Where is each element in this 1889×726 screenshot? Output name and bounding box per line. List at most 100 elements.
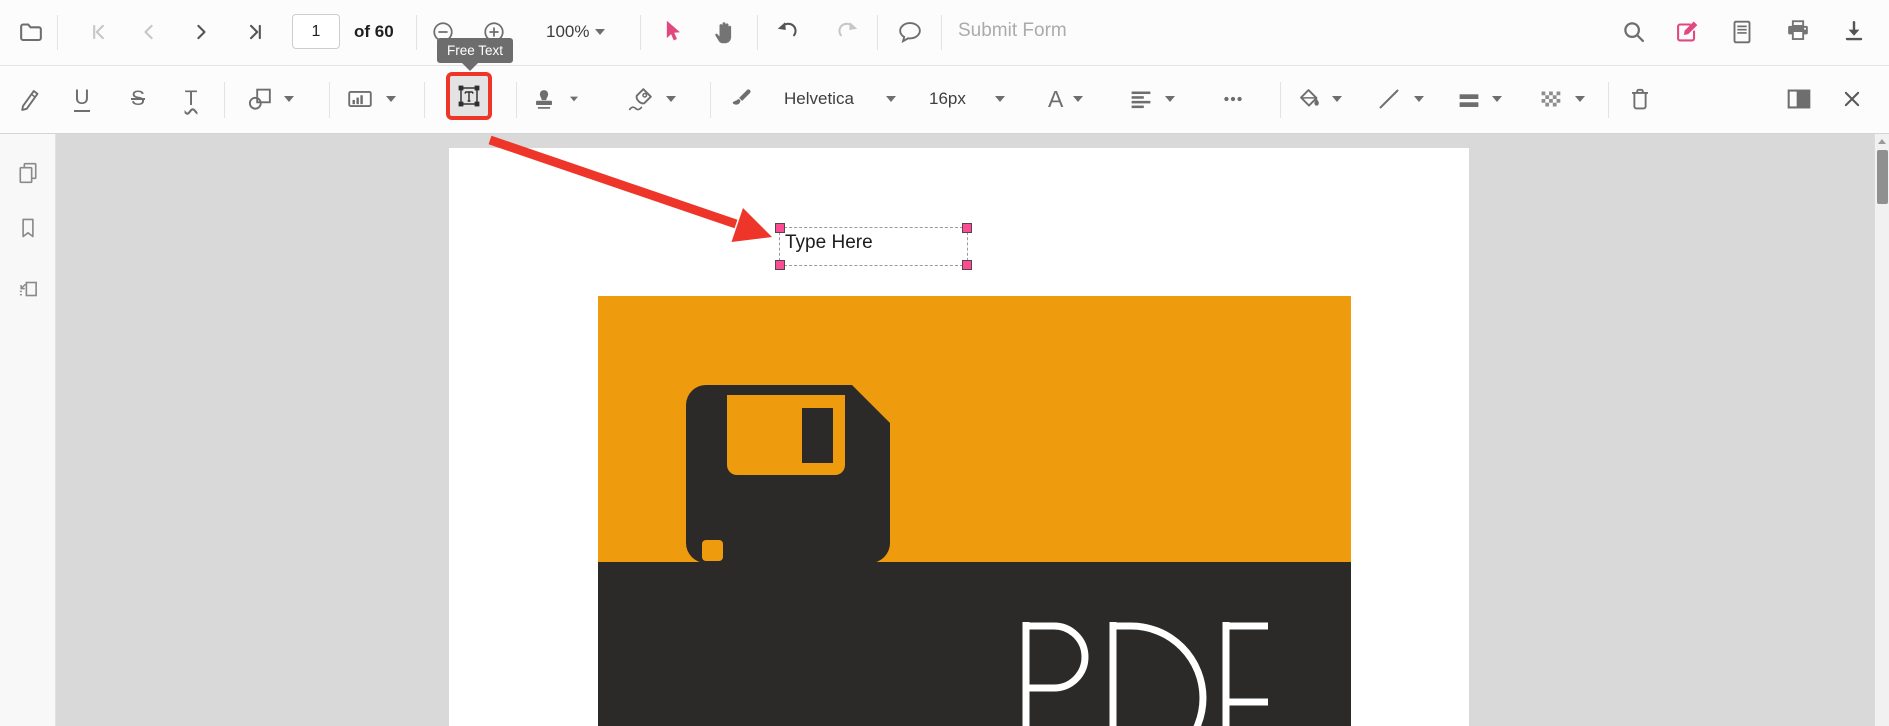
chevron-left-icon xyxy=(135,18,163,46)
pdf-viewer-app: of 60 100% xyxy=(0,0,1889,726)
outlines-icon xyxy=(15,276,41,302)
vertical-scrollbar[interactable] xyxy=(1874,134,1889,726)
text-align-dropdown[interactable] xyxy=(1126,83,1175,115)
pdf-wordmark xyxy=(1018,620,1268,726)
selection-handle-se[interactable] xyxy=(962,260,972,270)
next-page-button[interactable] xyxy=(185,16,217,48)
font-family-dropdown[interactable]: Helvetica xyxy=(784,83,896,115)
opacity-checker-icon xyxy=(1535,84,1565,114)
toolbar-divider xyxy=(877,15,878,50)
paint-brush-button[interactable] xyxy=(725,83,757,115)
submit-form-button[interactable]: Submit Form xyxy=(958,20,1067,42)
brush-icon xyxy=(726,84,756,114)
fill-color-dropdown[interactable] xyxy=(1294,83,1342,115)
selection-handle-ne[interactable] xyxy=(962,223,972,233)
text-color-dropdown[interactable]: A xyxy=(1048,83,1083,115)
chevron-down-icon xyxy=(386,96,396,102)
floppy-shutter xyxy=(802,408,833,463)
last-page-button[interactable] xyxy=(239,16,271,48)
first-page-button[interactable] xyxy=(83,16,115,48)
pan-tool-button[interactable] xyxy=(711,16,743,48)
floppy-disk-graphic xyxy=(686,385,890,563)
opacity-dropdown[interactable] xyxy=(1535,83,1585,115)
text-color-glyph: A xyxy=(1048,86,1063,113)
page-count-label: of 60 xyxy=(354,22,394,42)
chevron-down-icon xyxy=(1073,96,1083,102)
squiggly-tool-button[interactable]: T xyxy=(175,83,207,115)
open-file-button[interactable] xyxy=(15,16,47,48)
shapes-tool-dropdown[interactable] xyxy=(245,83,294,115)
toolbar-divider xyxy=(640,15,641,50)
squiggly-glyph: T xyxy=(185,87,198,111)
chevron-down-icon xyxy=(1165,96,1175,102)
line-icon xyxy=(1374,84,1404,114)
side-panel-icon xyxy=(1784,84,1814,114)
redo-button[interactable] xyxy=(830,16,862,48)
toolbar-divider xyxy=(1280,82,1281,118)
scrollbar-thumb[interactable] xyxy=(1877,150,1888,204)
line-thickness-dropdown[interactable] xyxy=(1454,83,1502,115)
outlines-panel-button[interactable] xyxy=(10,271,46,307)
chevron-down-icon xyxy=(1492,96,1502,102)
triangle-up-icon xyxy=(1878,139,1886,144)
measurement-tool-dropdown[interactable] xyxy=(345,83,396,115)
more-options-button[interactable] xyxy=(1217,83,1249,115)
download-button[interactable] xyxy=(1838,16,1870,48)
chevron-down-icon xyxy=(1414,96,1424,102)
annotation-text[interactable]: Type Here xyxy=(780,228,967,254)
signature-tool-dropdown[interactable] xyxy=(626,83,676,115)
document-viewport: Type Here xyxy=(56,134,1874,726)
scroll-up-button[interactable] xyxy=(1875,134,1889,148)
undo-icon xyxy=(774,17,804,47)
print-button[interactable] xyxy=(1782,16,1814,48)
page-number-input[interactable] xyxy=(292,14,340,49)
font-size-dropdown[interactable]: 16px xyxy=(929,83,1005,115)
undo-button[interactable] xyxy=(773,16,805,48)
font-size-label: 16px xyxy=(929,89,966,109)
toolbar-divider xyxy=(329,82,330,118)
close-toolbar-button[interactable] xyxy=(1836,83,1868,115)
freehand-tool-button[interactable] xyxy=(14,83,46,115)
bookmarks-panel-button[interactable] xyxy=(10,210,46,246)
free-text-tool-button[interactable] xyxy=(446,72,492,120)
previous-page-button[interactable] xyxy=(133,16,165,48)
chevron-down-icon xyxy=(284,96,294,102)
chevron-down-icon xyxy=(1575,96,1585,102)
toolbar-divider xyxy=(416,15,417,50)
comments-button[interactable] xyxy=(894,16,926,48)
toolbar-divider xyxy=(1608,82,1609,118)
select-tool-button[interactable] xyxy=(656,16,688,48)
measure-frame-icon xyxy=(345,84,375,114)
search-button[interactable] xyxy=(1618,16,1650,48)
ellipsis-icon xyxy=(1218,84,1248,114)
redo-icon xyxy=(831,17,861,47)
free-text-annotation[interactable]: Type Here xyxy=(779,227,968,266)
toolbar-divider xyxy=(224,82,225,118)
page-thumbnails-icon xyxy=(15,160,41,186)
left-panel-bar xyxy=(0,134,56,726)
toolbar-divider xyxy=(941,15,942,50)
selection-handle-nw[interactable] xyxy=(775,223,785,233)
last-page-icon xyxy=(241,18,269,46)
notes-panel-toggle-button[interactable] xyxy=(1783,83,1815,115)
edit-annotations-button[interactable] xyxy=(1671,16,1703,48)
stroke-style-dropdown[interactable] xyxy=(1374,83,1424,115)
document-lines-icon xyxy=(1727,17,1757,47)
strikeout-tool-button[interactable]: S xyxy=(122,83,154,115)
underline-tool-button[interactable]: U xyxy=(66,83,98,115)
shapes-icon xyxy=(245,84,275,114)
selection-handle-sw[interactable] xyxy=(775,260,785,270)
thumbnails-panel-button[interactable] xyxy=(10,155,46,191)
hand-icon xyxy=(712,17,742,47)
paint-bucket-icon xyxy=(1294,84,1324,114)
close-icon xyxy=(1838,85,1866,113)
search-icon xyxy=(1619,17,1649,47)
free-text-icon xyxy=(456,83,482,109)
chevron-down-icon xyxy=(595,29,605,35)
font-family-label: Helvetica xyxy=(784,89,854,109)
main-toolbar: of 60 100% xyxy=(0,0,1889,66)
stamp-tool-dropdown[interactable] xyxy=(529,83,579,115)
zoom-level-dropdown[interactable]: 100% xyxy=(546,16,605,48)
delete-button[interactable] xyxy=(1624,83,1656,115)
view-controls-button[interactable] xyxy=(1726,16,1758,48)
